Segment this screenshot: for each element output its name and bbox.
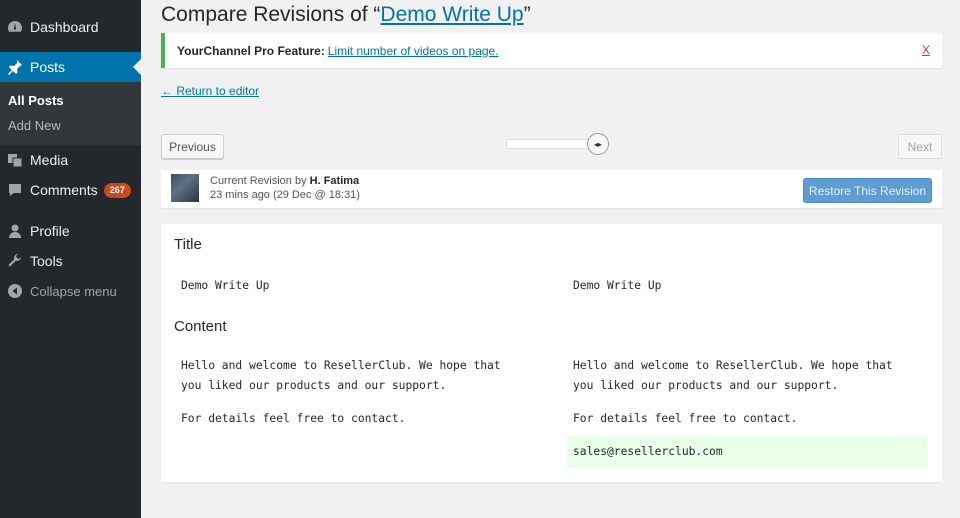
diff-title-heading: Title xyxy=(174,236,202,253)
diff-left-line-2: you liked our products and our support. xyxy=(181,379,447,392)
menu-media[interactable]: Media xyxy=(0,145,141,175)
diff-left-title: Demo Write Up xyxy=(181,279,270,292)
menu-posts[interactable]: Posts xyxy=(0,52,141,82)
menu-profile-label: Profile xyxy=(30,223,70,239)
notice-link[interactable]: Limit number of videos on page. xyxy=(328,44,499,58)
posts-submenu: All Posts Add New xyxy=(0,82,141,145)
comments-count-badge: 267 xyxy=(103,182,131,198)
diff-right-line-1: Hello and welcome to ResellerClub. We ho… xyxy=(573,359,893,372)
diff-left-line-3: For details feel free to contact. xyxy=(181,412,406,425)
collapse-menu-button[interactable]: Collapse menu xyxy=(0,276,141,306)
submenu-all-posts[interactable]: All Posts xyxy=(0,88,141,113)
diff-content-heading: Content xyxy=(174,318,227,335)
notice-dismiss-button[interactable]: X xyxy=(922,43,930,57)
menu-comments[interactable]: Comments 267 xyxy=(0,175,141,205)
user-icon xyxy=(7,223,23,239)
comment-icon xyxy=(7,182,23,198)
submenu-add-new[interactable]: Add New xyxy=(0,113,141,138)
revision-meta-bar: Current Revision by H. Fatima 23 mins ag… xyxy=(161,170,942,208)
revision-author: H. Fatima xyxy=(309,175,360,187)
wrench-icon xyxy=(7,253,23,269)
media-icon xyxy=(7,152,23,168)
revision-author-line: Current Revision by H. Fatima xyxy=(210,175,360,187)
dashboard-icon xyxy=(7,19,23,35)
next-button[interactable]: Next xyxy=(898,134,942,159)
menu-comments-label: Comments xyxy=(30,182,98,198)
diff-right-line-3: For details feel free to contact. xyxy=(573,412,798,425)
pin-icon xyxy=(7,59,23,75)
revision-slider-handle[interactable]: ◂▸ xyxy=(587,133,609,155)
restore-revision-button[interactable]: Restore This Revision xyxy=(803,178,932,203)
pro-feature-notice: YourChannel Pro Feature: Limit number of… xyxy=(161,33,942,68)
revision-slider-track[interactable] xyxy=(506,139,597,149)
diff-right-line-2: you liked our products and our support. xyxy=(573,379,839,392)
page-title: Compare Revisions of “Demo Write Up” xyxy=(161,3,531,26)
avatar xyxy=(171,174,199,202)
return-to-editor-link[interactable]: ← Return to editor xyxy=(161,84,259,98)
menu-tools[interactable]: Tools xyxy=(0,246,141,276)
menu-media-label: Media xyxy=(30,152,69,168)
menu-profile[interactable]: Profile xyxy=(0,216,141,246)
diff-left-line-1: Hello and welcome to ResellerClub. We ho… xyxy=(181,359,501,372)
diff-panel: Title Demo Write Up Demo Write Up Conten… xyxy=(161,224,942,482)
menu-dashboard-label: Dashboard xyxy=(30,19,99,35)
collapse-menu-label: Collapse menu xyxy=(30,283,117,299)
revision-time: 23 mins ago (29 Dec @ 18:31) xyxy=(210,189,360,201)
menu-dashboard[interactable]: Dashboard xyxy=(0,12,141,42)
post-title-link[interactable]: Demo Write Up xyxy=(380,3,523,26)
notice-label: YourChannel Pro Feature: xyxy=(177,43,325,58)
menu-posts-label: Posts xyxy=(30,59,66,75)
menu-tools-label: Tools xyxy=(30,253,63,269)
admin-sidebar: Dashboard Posts All Posts Add New Media … xyxy=(0,0,141,518)
collapse-arrow-icon xyxy=(7,283,23,299)
diff-added-line: sales@resellerclub.com xyxy=(573,445,723,458)
previous-button[interactable]: Previous xyxy=(161,134,224,159)
diff-right-title: Demo Write Up xyxy=(573,279,662,292)
